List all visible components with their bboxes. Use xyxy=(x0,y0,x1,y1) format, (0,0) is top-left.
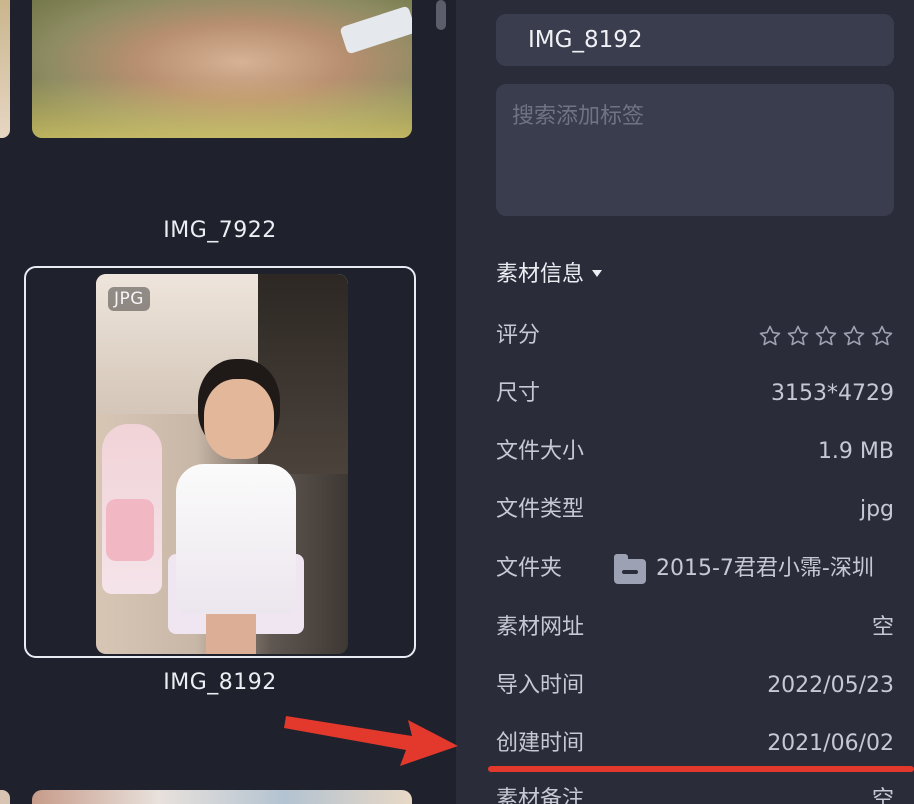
folder-link[interactable]: 2015-7君君小霈-深圳 xyxy=(614,549,914,589)
import-time-value: 2022/05/23 xyxy=(767,673,894,698)
file-size-value: 1.9 MB xyxy=(817,439,894,464)
inspector-panel: IMG_8192 搜索添加标签 素材信息 评分 尺寸 3153*4729 文件大… xyxy=(456,0,914,804)
annotation-underline xyxy=(488,766,914,772)
thumbnail-partial-left[interactable] xyxy=(0,0,10,138)
rating-stars[interactable] xyxy=(758,324,894,348)
thumbnail-caption-selected: IMG_8192 xyxy=(163,670,277,695)
section-header-asset-info[interactable]: 素材信息 xyxy=(496,256,603,288)
row-file-size: 文件大小 1.9 MB xyxy=(496,432,894,472)
created-time-label: 创建时间 xyxy=(496,731,585,756)
thumbnail-image-selected[interactable] xyxy=(96,274,348,654)
star-icon[interactable] xyxy=(842,324,866,348)
tag-search-field[interactable]: 搜索添加标签 xyxy=(496,84,894,216)
thumbnail-grid: IMG_7922 JPG IMG_8192 xyxy=(0,0,456,804)
file-size-label: 文件大小 xyxy=(496,439,585,464)
created-time-value: 2021/06/02 xyxy=(767,731,894,756)
notes-label: 素材备注 xyxy=(496,787,585,804)
thumbnail-image-bottom[interactable] xyxy=(32,790,412,804)
file-type-label: 文件类型 xyxy=(496,497,585,522)
section-title: 素材信息 xyxy=(496,262,585,287)
format-badge: JPG xyxy=(108,287,150,311)
folder-label: 文件夹 xyxy=(496,556,563,581)
row-dimensions: 尺寸 3153*4729 xyxy=(496,374,894,414)
row-import-time: 导入时间 2022/05/23 xyxy=(496,666,894,706)
rating-label: 评分 xyxy=(496,323,541,348)
row-created-time: 创建时间 2021/06/02 xyxy=(496,724,894,764)
star-icon[interactable] xyxy=(758,324,782,348)
row-notes: 素材备注 空 xyxy=(496,780,894,804)
star-icon[interactable] xyxy=(814,324,838,348)
import-time-label: 导入时间 xyxy=(496,673,585,698)
row-source-url: 素材网址 空 xyxy=(496,608,894,648)
folder-name: 2015-7君君小霈-深圳 xyxy=(656,556,874,581)
source-url-value[interactable]: 空 xyxy=(872,608,894,648)
dimensions-value: 3153*4729 xyxy=(771,381,894,406)
star-icon[interactable] xyxy=(786,324,810,348)
caret-down-icon xyxy=(592,269,603,277)
file-name-field[interactable]: IMG_8192 xyxy=(496,14,894,66)
dimensions-label: 尺寸 xyxy=(496,381,541,406)
grid-scrollbar[interactable] xyxy=(436,0,446,30)
notes-value[interactable]: 空 xyxy=(872,780,894,804)
annotation-arrow-icon xyxy=(284,716,458,766)
thumbnail-image[interactable] xyxy=(32,0,412,138)
star-icon[interactable] xyxy=(870,324,894,348)
row-folder: 文件夹 2015-7君君小霈-深圳 xyxy=(496,549,894,589)
folder-icon xyxy=(614,554,646,584)
row-file-type: 文件类型 jpg xyxy=(496,490,894,530)
thumbnail-partial-bottom-left[interactable] xyxy=(0,790,10,804)
file-type-value: jpg xyxy=(859,497,894,522)
row-rating: 评分 xyxy=(496,316,894,356)
source-url-label: 素材网址 xyxy=(496,615,585,640)
thumbnail-caption: IMG_7922 xyxy=(163,218,277,243)
